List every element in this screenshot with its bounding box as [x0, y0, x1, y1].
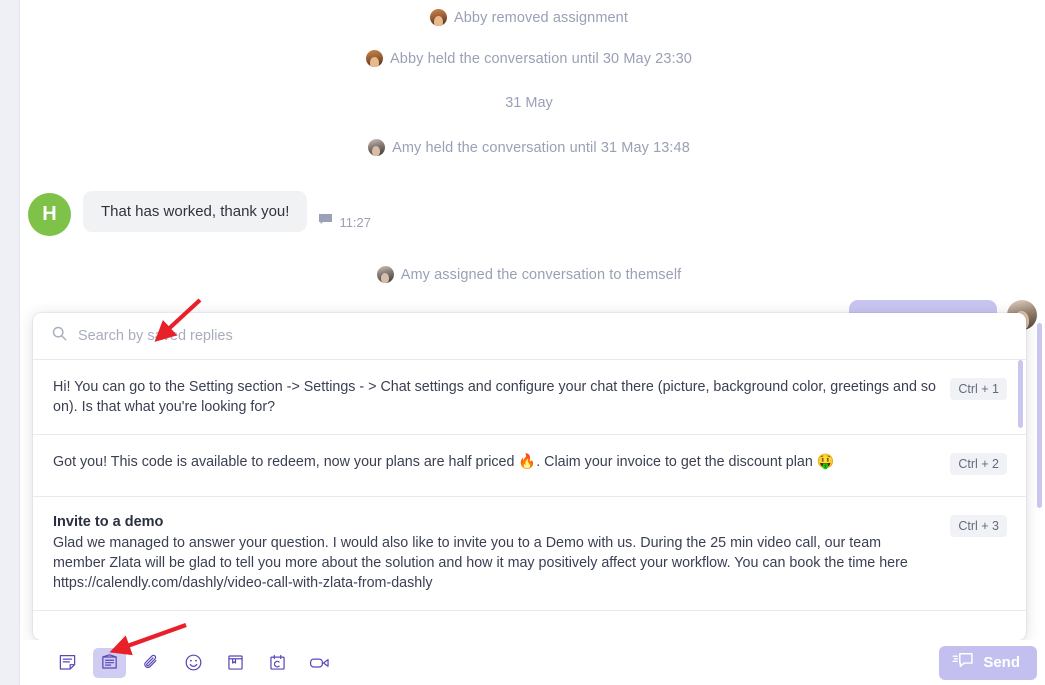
note-icon	[58, 653, 77, 672]
saved-reply-shortcut: Ctrl + 3	[950, 515, 1007, 537]
video-call-toolbar-button[interactable]	[303, 648, 336, 678]
left-rail	[0, 0, 20, 685]
message-meta: 11:27	[319, 213, 371, 231]
saved-replies-toolbar-button[interactable]	[93, 647, 126, 678]
message-bubble: That has worked, thank you!	[83, 191, 308, 232]
avatar: H	[28, 193, 71, 236]
saved-reply-body: Invite to a demo Glad we managed to answ…	[53, 514, 936, 593]
system-event-row: Amy held the conversation until 31 May 1…	[21, 139, 1037, 156]
avatar-abby	[366, 50, 384, 67]
saved-reply-body: Got you! This code is available to redee…	[53, 452, 936, 472]
system-event-text: Amy held the conversation until 31 May 1…	[392, 139, 690, 156]
date-separator: 31 May	[505, 95, 553, 111]
note-toolbar-button[interactable]	[51, 648, 84, 678]
list-bottom-spacer	[33, 611, 1026, 640]
system-event-text: Abby held the conversation until 30 May …	[390, 50, 692, 67]
calendar-icon	[268, 653, 287, 672]
saved-reply-text: Glad we managed to answer your question.…	[53, 535, 908, 591]
avatar-amy	[376, 266, 394, 283]
saved-reply-text: Hi! You can go to the Setting section ->…	[53, 379, 936, 415]
attachment-icon	[142, 653, 161, 672]
saved-reply-text: Got you! This code is available to redee…	[53, 454, 835, 470]
send-icon	[952, 652, 974, 673]
incoming-message: H That has worked, thank you! 11:27	[21, 191, 1037, 236]
saved-reply-title: Invite to a demo	[53, 514, 164, 530]
saved-replies-icon	[100, 653, 119, 672]
list-item[interactable]: Got you! This code is available to redee…	[33, 435, 1026, 497]
system-event-row: Amy assigned the conversation to themsel…	[21, 266, 1037, 283]
saved-replies-dropdown: Hi! You can go to the Setting section ->…	[33, 313, 1026, 640]
avatar-amy	[368, 139, 386, 156]
send-button-label: Send	[983, 654, 1020, 671]
system-event-text: Abby removed assignment	[454, 9, 628, 26]
saved-reply-shortcut: Ctrl + 2	[950, 453, 1007, 475]
search-icon	[52, 326, 67, 346]
send-button[interactable]: Send	[939, 645, 1037, 680]
system-event-row: Abby held the conversation until 30 May …	[21, 50, 1037, 67]
message-time: 11:27	[339, 214, 372, 230]
emoji-icon	[184, 653, 203, 672]
avatar-abby	[430, 9, 447, 26]
composer-toolbar: Send	[21, 640, 1045, 685]
search-by-saved-replies-input[interactable]	[78, 328, 1007, 344]
saved-reply-shortcut: Ctrl + 1	[950, 378, 1007, 400]
saved-replies-search-row	[33, 313, 1026, 360]
list-item[interactable]: Invite to a demo Glad we managed to answ…	[33, 497, 1026, 611]
list-item[interactable]: Hi! You can go to the Setting section ->…	[33, 360, 1026, 435]
system-event-text: Amy assigned the conversation to themsel…	[400, 266, 682, 283]
saved-replies-list[interactable]: Hi! You can go to the Setting section ->…	[33, 360, 1026, 640]
message-status-icon	[319, 213, 333, 231]
saved-reply-body: Hi! You can go to the Setting section ->…	[53, 377, 936, 417]
video-call-icon	[309, 653, 330, 672]
calendar-toolbar-button[interactable]	[261, 648, 294, 678]
conversation-page: Abby removed assignment Abby held the co…	[0, 0, 1045, 685]
emoji-toolbar-button[interactable]	[177, 648, 210, 678]
attachment-toolbar-button[interactable]	[135, 648, 168, 678]
knowledge-base-toolbar-button[interactable]	[219, 648, 252, 678]
page-scrollbar[interactable]	[1037, 323, 1042, 508]
system-event-row: Abby removed assignment	[21, 9, 1037, 26]
knowledge-base-icon	[226, 653, 245, 672]
